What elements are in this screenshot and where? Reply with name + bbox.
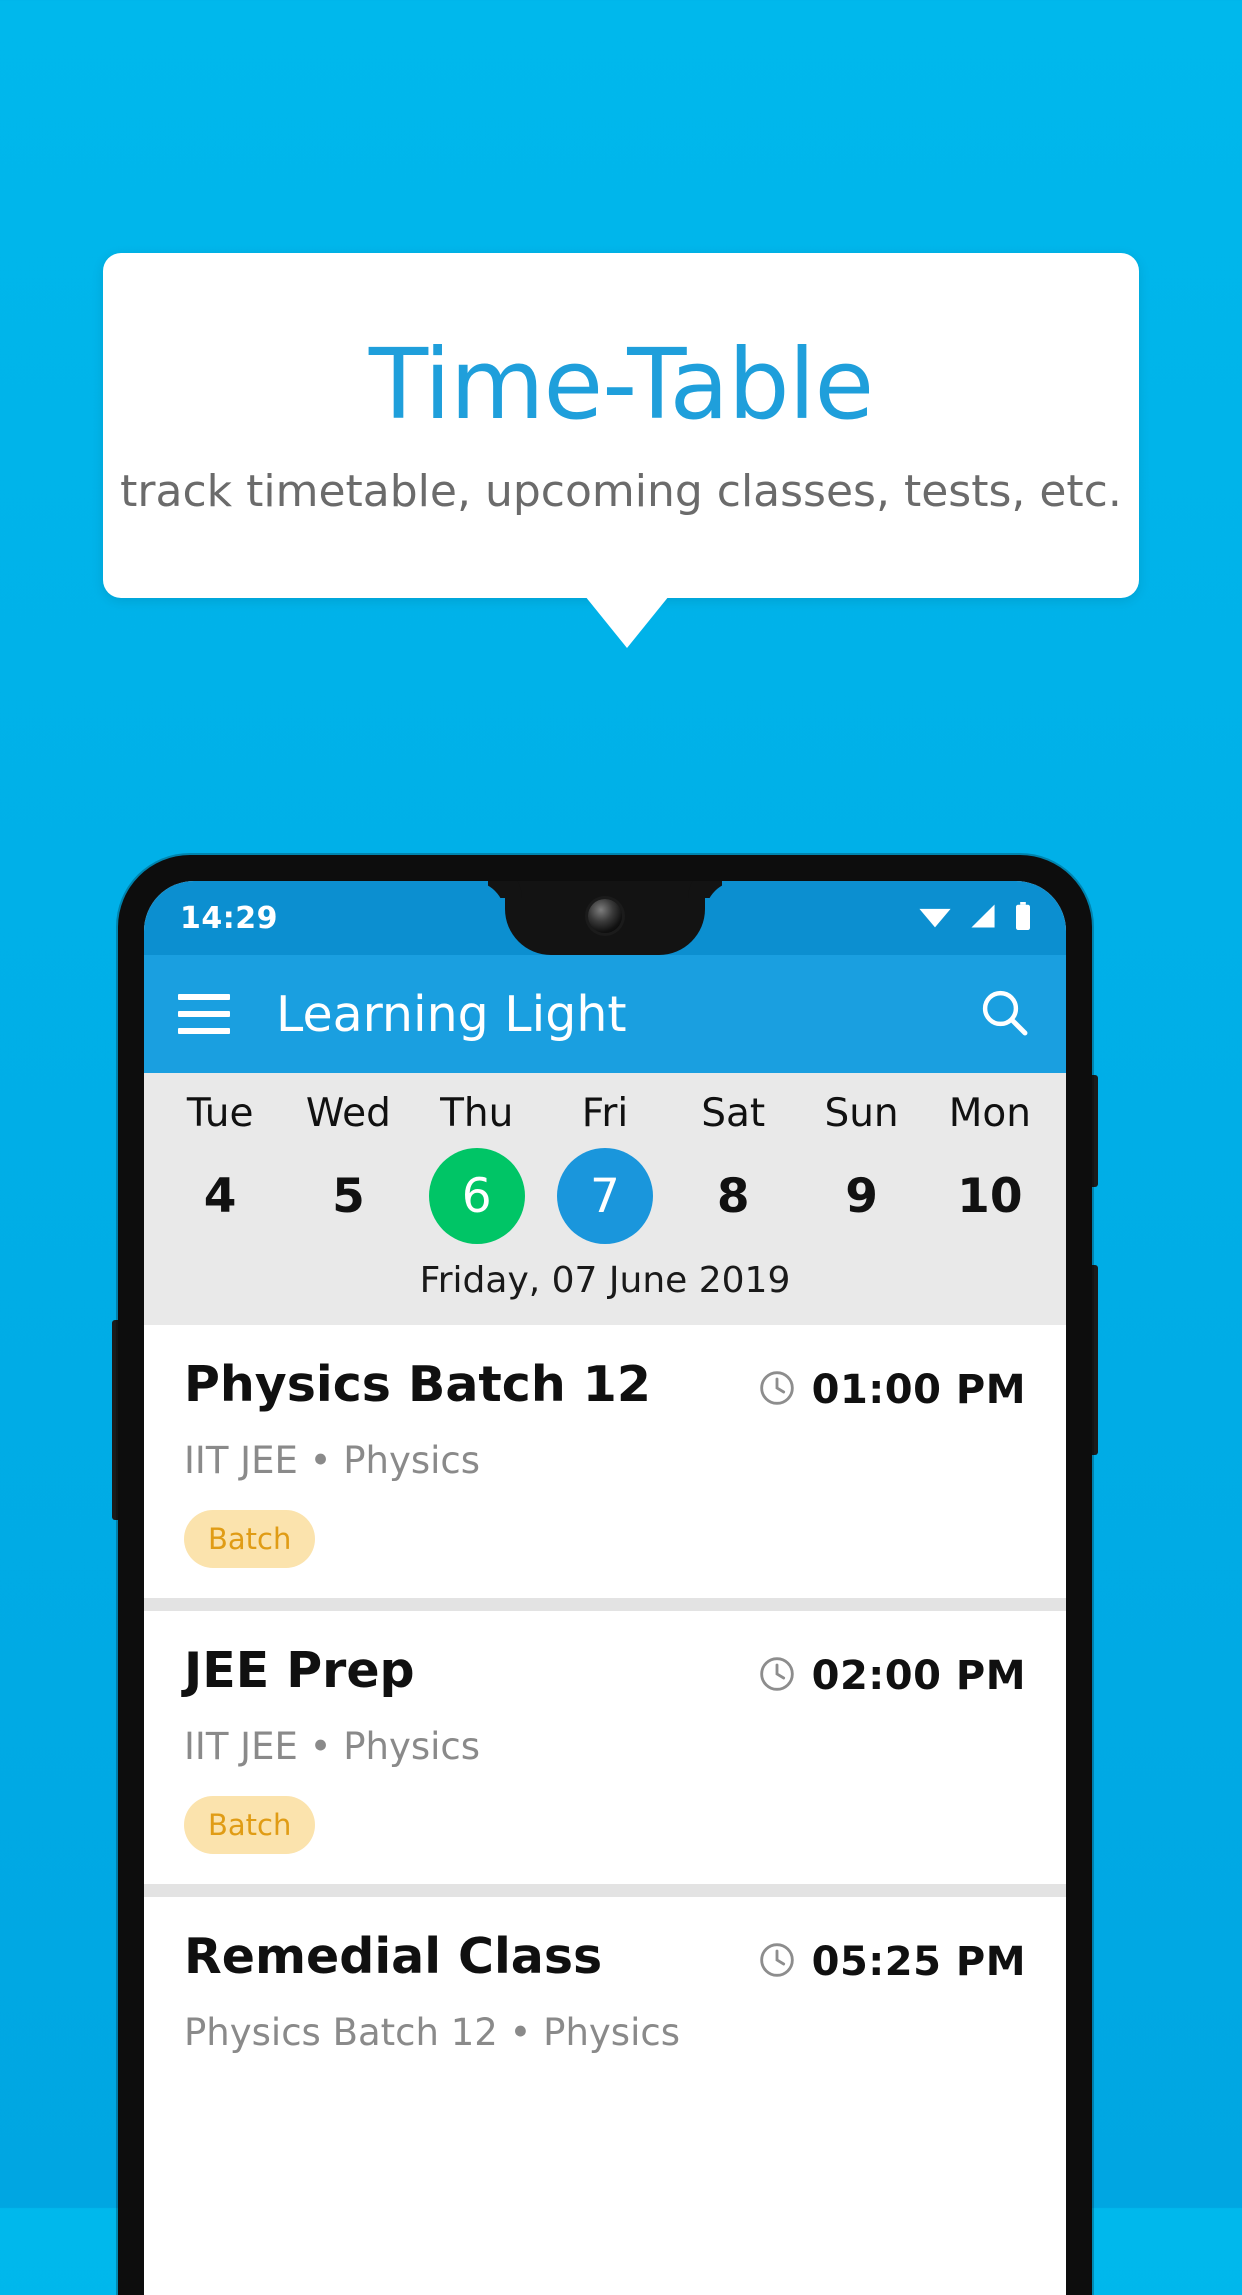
day-item-mon[interactable]: Mon 10	[926, 1091, 1054, 1244]
day-name: Fri	[581, 1091, 629, 1136]
page-title: Time-Table	[368, 328, 874, 442]
day-item-fri[interactable]: Fri 7	[541, 1091, 669, 1244]
status-badge: Batch	[184, 1796, 316, 1854]
day-name: Sat	[701, 1091, 766, 1136]
card-header: JEE Prep 02:00 PM	[184, 1642, 1026, 1699]
list-item[interactable]: Remedial Class 05:25 PM Physics Batch 12…	[144, 1897, 1066, 2084]
day-item-thu[interactable]: Thu 6	[413, 1091, 541, 1244]
clock-icon	[757, 1654, 797, 1698]
day-name: Thu	[440, 1091, 514, 1136]
search-icon[interactable]	[976, 984, 1032, 1044]
day-number: 9	[845, 1168, 878, 1224]
day-name: Wed	[305, 1091, 391, 1136]
class-time: 01:00 PM	[757, 1359, 1026, 1413]
day-item-tue[interactable]: Tue 4	[156, 1091, 284, 1244]
day-list: Tue 4 Wed 5 Thu 6 Fri 7 Sat 8 Sun 9 Mon …	[144, 1091, 1066, 1244]
class-time-text: 05:25 PM	[811, 1939, 1026, 1985]
date-strip: Tue 4 Wed 5 Thu 6 Fri 7 Sat 8 Sun 9 Mon …	[144, 1073, 1066, 1325]
day-item-sat[interactable]: Sat 8	[669, 1091, 797, 1244]
list-item[interactable]: JEE Prep 02:00 PM IIT JEE • Physics Batc…	[144, 1611, 1066, 1884]
day-number: 7	[590, 1168, 620, 1224]
phone-notch	[505, 881, 705, 955]
day-name: Tue	[186, 1091, 254, 1136]
selected-date-label: Friday, 07 June 2019	[419, 1260, 791, 1301]
class-title: Physics Batch 12	[184, 1356, 651, 1413]
class-title: JEE Prep	[184, 1642, 415, 1699]
hamburger-icon[interactable]	[178, 994, 230, 1034]
class-subtitle: Physics Batch 12 • Physics	[184, 2011, 680, 2054]
day-item-sun[interactable]: Sun 9	[797, 1091, 925, 1244]
page-subtitle: track timetable, upcoming classes, tests…	[120, 465, 1122, 517]
class-time-text: 01:00 PM	[811, 1367, 1026, 1413]
day-number-badge-selected: 7	[556, 1148, 653, 1244]
status-badge: Batch	[184, 1510, 316, 1568]
day-number-badge: 9	[814, 1148, 910, 1244]
day-name: Sun	[824, 1091, 899, 1136]
clock-icon	[757, 1940, 797, 1984]
signal-icon	[968, 903, 998, 933]
day-number-badge: 5	[300, 1148, 396, 1244]
promo-callout: Time-Table track timetable, upcoming cla…	[103, 253, 1139, 598]
day-number: 4	[203, 1168, 237, 1224]
day-number-badge: 8	[685, 1148, 781, 1244]
battery-icon	[1014, 902, 1032, 934]
class-subtitle: IIT JEE • Physics	[184, 1439, 481, 1482]
card-header: Physics Batch 12 01:00 PM	[184, 1356, 1026, 1413]
day-number-badge: 10	[942, 1148, 1038, 1244]
app-bar: Learning Light	[144, 955, 1066, 1073]
class-time: 05:25 PM	[757, 1931, 1026, 1985]
callout-tail	[585, 596, 669, 648]
card-header: Remedial Class 05:25 PM	[184, 1928, 1026, 1985]
class-time: 02:00 PM	[757, 1645, 1026, 1699]
wifi-icon	[918, 903, 952, 933]
class-title: Remedial Class	[184, 1928, 603, 1985]
class-subtitle: IIT JEE • Physics	[184, 1725, 481, 1768]
list-item[interactable]: Physics Batch 12 01:00 PM IIT JEE • Phys…	[144, 1325, 1066, 1598]
day-item-wed[interactable]: Wed 5	[284, 1091, 412, 1244]
day-number: 5	[332, 1168, 365, 1224]
status-bar-icons	[918, 902, 1032, 934]
day-number-badge: 4	[172, 1148, 268, 1244]
front-camera-icon	[588, 899, 622, 933]
app-bar-title: Learning Light	[276, 985, 627, 1043]
status-bar-clock: 14:29	[180, 900, 278, 936]
phone-screen: 14:29 Learning Light Tue 4 Wed 5 Thu 6 F…	[144, 881, 1066, 2295]
day-name: Mon	[948, 1091, 1031, 1136]
class-time-text: 02:00 PM	[811, 1653, 1026, 1699]
day-number: 6	[461, 1168, 492, 1224]
day-number: 10	[957, 1168, 1023, 1224]
clock-icon	[757, 1368, 797, 1412]
schedule-list: Physics Batch 12 01:00 PM IIT JEE • Phys…	[144, 1325, 1066, 2084]
day-number-badge-today: 6	[428, 1148, 525, 1244]
phone-frame: 14:29 Learning Light Tue 4 Wed 5 Thu 6 F…	[118, 855, 1092, 2295]
day-number: 8	[716, 1168, 750, 1224]
